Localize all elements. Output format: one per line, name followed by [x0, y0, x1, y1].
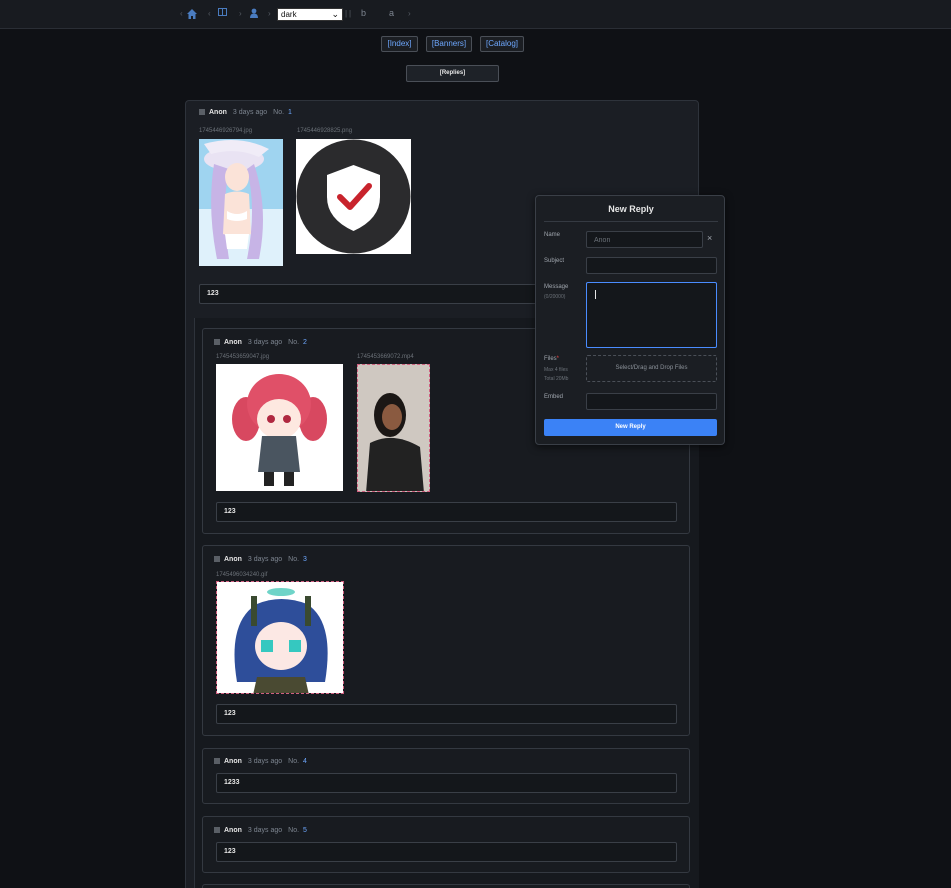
top-bar: ‹ ‹ › › dark ⌄ | | b a › [0, 0, 951, 29]
post-message: 123 [216, 704, 677, 724]
banners-link[interactable]: [Banners] [426, 36, 472, 52]
a-icon[interactable]: a [389, 8, 394, 18]
new-reply-submit-button[interactable]: New Reply [544, 419, 717, 436]
post-time: 3 days ago [247, 758, 283, 765]
poster-name: Anon [224, 827, 242, 834]
modal-title[interactable]: New Reply [536, 204, 726, 214]
post-message: 123 [199, 284, 539, 304]
separator: | [349, 9, 352, 18]
post-number-link[interactable]: 5 [303, 827, 307, 834]
separator: | [345, 9, 348, 18]
reply-header: Anon 3 days ago No. 3 [214, 556, 307, 563]
post-time: 3 days ago [247, 556, 283, 563]
post-checkbox[interactable] [214, 827, 220, 833]
post-number-link[interactable]: 3 [303, 556, 307, 563]
theme-select-value: dark [281, 10, 297, 19]
divider [544, 221, 718, 222]
file-name[interactable]: 1745446926794.jpg [199, 128, 252, 134]
name-label: Name [544, 232, 561, 238]
post-message: 123 [216, 502, 677, 522]
files-label: Files* [544, 356, 559, 362]
post-number-label: No. [288, 339, 300, 346]
post-checkbox[interactable] [199, 109, 205, 115]
poster-name: Anon [224, 339, 242, 346]
file-name[interactable]: 1745496034240.gif [216, 572, 267, 578]
poster-name: Anon [224, 556, 242, 563]
b-icon[interactable]: b [361, 8, 366, 18]
index-link[interactable]: [Index] [381, 36, 418, 52]
image-thumbnail[interactable] [296, 139, 411, 254]
home-icon[interactable] [186, 8, 198, 20]
boards-icon[interactable] [218, 8, 227, 16]
image-thumbnail[interactable] [199, 139, 283, 266]
separator: › [239, 9, 242, 18]
post-message: 123 [216, 842, 677, 862]
post-number-link[interactable]: 4 [303, 758, 307, 765]
separator: ‹ [208, 9, 211, 18]
reply-header: Anon 3 days ago No. 5 [214, 827, 307, 834]
post-checkbox[interactable] [214, 758, 220, 764]
post-number-label: No. [288, 758, 300, 765]
files-label-text: Files [544, 356, 557, 362]
file-name[interactable]: 1745453669072.mp4 [357, 354, 414, 360]
message-counter: (0/20000) [544, 294, 566, 300]
op-post-header: Anon 3 days ago No. 1 [199, 109, 292, 116]
separator: ‹ [180, 9, 183, 18]
name-field[interactable]: Anon [586, 231, 703, 248]
post-number-label: No. [288, 556, 300, 563]
text-cursor [595, 290, 596, 299]
message-textarea[interactable] [586, 282, 717, 348]
image-thumbnail[interactable] [216, 364, 343, 491]
poster-name: Anon [224, 758, 242, 765]
embed-field[interactable] [586, 393, 717, 410]
file-drop-zone[interactable]: Select/Drag and Drop Files [586, 355, 717, 382]
post-checkbox[interactable] [214, 339, 220, 345]
user-icon[interactable] [249, 8, 259, 18]
theme-select[interactable]: dark ⌄ [277, 8, 343, 21]
close-icon[interactable]: × [707, 233, 712, 243]
reply-header: Anon 3 days ago No. 2 [214, 339, 307, 346]
post-checkbox[interactable] [214, 556, 220, 562]
separator: › [268, 9, 271, 18]
separator: › [408, 9, 411, 18]
reply-post [202, 884, 690, 888]
video-thumbnail[interactable] [357, 364, 430, 492]
post-message: 1233 [216, 773, 677, 793]
subject-field[interactable] [586, 257, 717, 274]
poster-name: Anon [209, 109, 227, 116]
file-name[interactable]: 1745453659047.jpg [216, 354, 269, 360]
image-thumbnail[interactable] [216, 581, 344, 694]
required-marker: * [556, 356, 560, 362]
subject-label: Subject [544, 258, 565, 264]
message-label: Message [544, 284, 569, 290]
post-number-link[interactable]: 1 [288, 109, 292, 116]
reply-header: Anon 3 days ago No. 4 [214, 758, 307, 765]
post-time: 3 days ago [232, 109, 268, 116]
catalog-link[interactable]: [Catalog] [480, 36, 524, 52]
post-number-label: No. [273, 109, 285, 116]
files-max: Max 4 files [544, 367, 568, 373]
post-number-link[interactable]: 2 [303, 339, 307, 346]
replies-button[interactable]: [Replies] [406, 65, 499, 82]
files-total: Total 20Mb [544, 376, 569, 382]
post-number-label: No. [288, 827, 300, 834]
chevron-down-icon: ⌄ [331, 9, 339, 19]
post-time: 3 days ago [247, 339, 283, 346]
new-reply-modal: New Reply Name Anon × Subject Message (0… [535, 195, 725, 445]
file-name[interactable]: 1745446928825.png [297, 128, 352, 134]
post-time: 3 days ago [247, 827, 283, 834]
embed-label: Embed [544, 394, 564, 400]
